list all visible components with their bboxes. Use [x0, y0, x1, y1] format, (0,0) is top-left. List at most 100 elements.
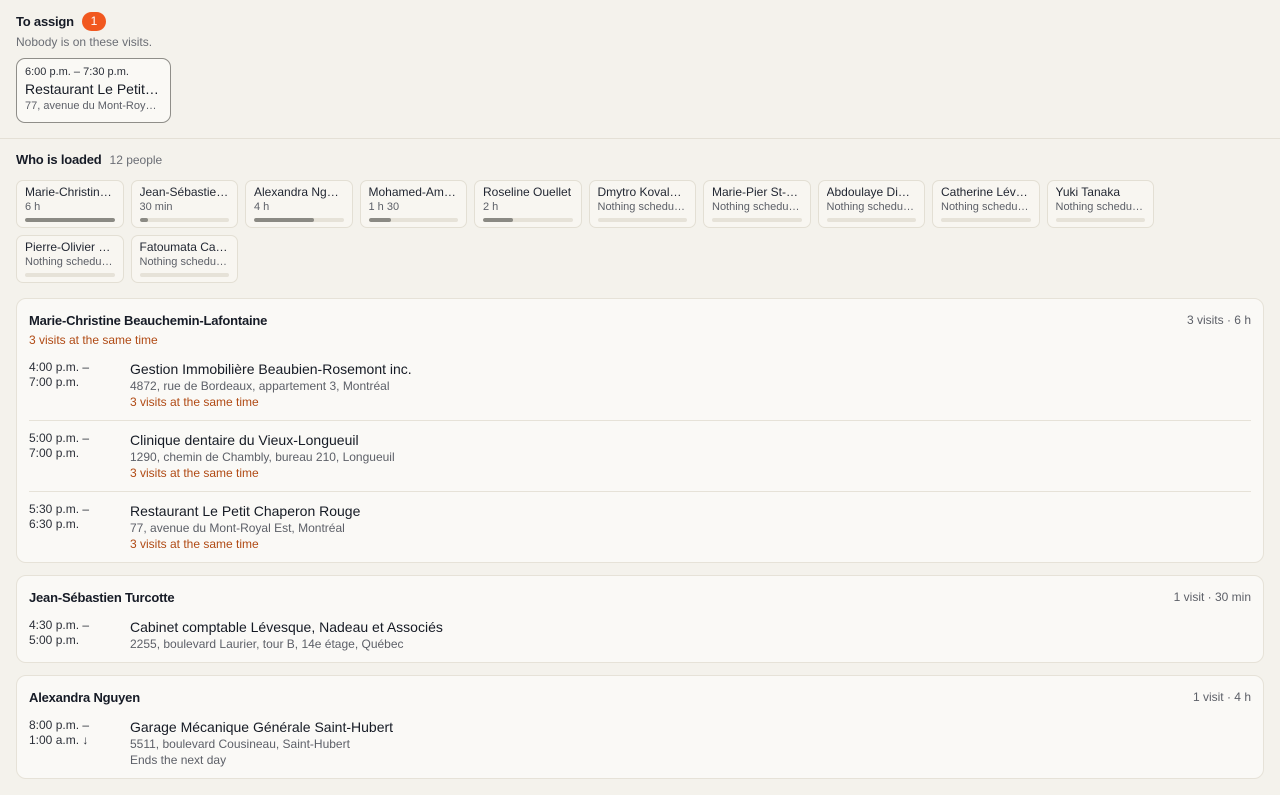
- visit-row[interactable]: 4:00 p.m. –7:00 p.m. Gestion Immobilière …: [29, 350, 1251, 421]
- load-bar: [25, 218, 115, 222]
- load-bar: [139, 218, 229, 222]
- person-load: Nothing scheduled: [712, 201, 802, 213]
- visit-end: 6:30 p.m.: [29, 517, 80, 531]
- load-bar: [826, 218, 916, 222]
- load-bar: [254, 218, 344, 222]
- load-bar: [483, 218, 573, 222]
- panel-summary: 1 visit · 4 h: [1192, 690, 1251, 704]
- visit-end: 5:00 p.m.: [29, 633, 80, 647]
- panel-person-name: Alexandra Nguyen: [29, 689, 140, 705]
- to-assign-subtitle: Nobody is on these visits.: [16, 35, 153, 49]
- to-assign-header: To assign 1: [16, 11, 1264, 31]
- panel-header: Jean-Sébastien Turcotte 1 visit · 30 min: [29, 589, 1251, 605]
- load-bar-fill: [483, 218, 513, 222]
- unassigned-count-badge: 1: [81, 11, 106, 31]
- visit-client-name: Gestion Immobilière Beaubien-Rosemont in…: [130, 361, 412, 377]
- load-bar-fill: [368, 218, 391, 222]
- person-load: Nothing scheduled: [25, 256, 115, 268]
- overlap-warning: 3 visits at the same time: [29, 333, 158, 347]
- person-load: Nothing scheduled: [139, 256, 230, 268]
- visit-address: 2255, boulevard Laurier, tour B, 14e éta…: [130, 637, 404, 651]
- person-load: Nothing scheduled: [826, 201, 917, 213]
- who-is-loaded-section: Who is loaded 12 people Marie-Christine …: [0, 139, 1280, 283]
- person-load-chip[interactable]: Dmytro Kovalenko Nothing scheduled: [588, 180, 696, 228]
- visit-row[interactable]: 5:30 p.m. –6:30 p.m. Restaurant Le Petit …: [29, 492, 1251, 562]
- panel-person-name: Jean-Sébastien Turcotte: [29, 589, 175, 605]
- visit-client-name: Restaurant Le Petit Chaperon Rouge: [25, 81, 162, 97]
- visit-address: 77, avenue du Mont-Royal Est, Montréal: [25, 100, 162, 112]
- visit-details: Garage Mécanique Générale Saint-Hubert 55…: [130, 718, 1251, 768]
- person-load-chip[interactable]: Catherine Lévesque Nothing scheduled: [932, 180, 1040, 228]
- visit-end: 1:00 a.m. ↓: [29, 733, 89, 747]
- load-bar: [368, 218, 458, 222]
- visit-start: 8:00 p.m. –: [29, 718, 90, 732]
- visit-time: 6:00 p.m. – 7:30 p.m.: [25, 66, 129, 78]
- load-bar: [25, 273, 115, 277]
- person-name: Abdoulaye Diallo: [826, 185, 917, 199]
- visit-details: Gestion Immobilière Beaubien-Rosemont in…: [130, 360, 1251, 410]
- person-name: Jean-Sébastien Turcotte: [139, 185, 230, 199]
- who-is-loaded-title: Who is loaded: [16, 152, 102, 167]
- visit-note: Ends the next day: [130, 753, 227, 767]
- unassigned-visit-card[interactable]: 6:00 p.m. – 7:30 p.m. Restaurant Le Peti…: [16, 58, 171, 123]
- person-load-chip[interactable]: Marie-Pier St-Onge Nothing scheduled: [703, 180, 811, 228]
- visit-overlap-warning: 3 visits at the same time: [130, 537, 259, 551]
- visit-time: 4:30 p.m. –5:00 p.m.: [29, 618, 130, 652]
- load-bar-fill: [25, 218, 115, 222]
- person-load: 1 h 30: [368, 201, 400, 213]
- load-bar: [1055, 218, 1145, 222]
- person-load: 4 h: [254, 201, 270, 213]
- load-bar: [941, 218, 1031, 222]
- panel-header: Alexandra Nguyen 1 visit · 4 h: [29, 689, 1251, 705]
- person-schedule-panel: Jean-Sébastien Turcotte 1 visit · 30 min 4…: [16, 575, 1264, 663]
- person-load-chip[interactable]: Fatoumata Camara Nothing scheduled: [130, 235, 238, 283]
- person-load: 2 h: [483, 201, 499, 213]
- person-name: Marie-Pier St-Onge: [712, 185, 802, 199]
- person-load: Nothing scheduled: [1055, 201, 1146, 213]
- person-load: Nothing scheduled: [941, 201, 1031, 213]
- person-load: 6 h: [25, 201, 41, 213]
- person-schedule-panel: Marie-Christine Beauchemin-Lafontaine 3 v…: [16, 298, 1264, 563]
- visit-row[interactable]: 8:00 p.m. –1:00 a.m. ↓ Garage Mécanique G…: [29, 708, 1251, 778]
- visit-address: 4872, rue de Bordeaux, appartement 3, Mo…: [130, 379, 390, 393]
- visit-client-name: Garage Mécanique Générale Saint-Hubert: [130, 719, 394, 735]
- visit-client-name: Restaurant Le Petit Chaperon Rouge: [130, 503, 361, 519]
- visit-overlap-warning: 3 visits at the same time: [130, 395, 259, 409]
- visit-time: 8:00 p.m. –1:00 a.m. ↓: [29, 718, 130, 768]
- panel-summary: 1 visit · 30 min: [1173, 590, 1251, 604]
- visit-time: 5:30 p.m. –6:30 p.m.: [29, 502, 130, 552]
- person-name: Pierre-Olivier Gagnon: [25, 240, 115, 254]
- visit-start: 4:00 p.m. –: [29, 360, 90, 374]
- panel-person-name: Marie-Christine Beauchemin-Lafontaine: [29, 312, 268, 328]
- person-load: 30 min: [139, 201, 173, 213]
- visit-address: 77, avenue du Mont-Royal Est, Montréal: [130, 521, 345, 535]
- visit-client-name: Cabinet comptable Lévesque, Nadeau et As…: [130, 619, 443, 635]
- person-name: Dmytro Kovalenko: [597, 185, 688, 199]
- who-is-loaded-header: Who is loaded 12 people: [16, 152, 1264, 168]
- visit-row[interactable]: 4:30 p.m. –5:00 p.m. Cabinet comptable Lé…: [29, 608, 1251, 662]
- load-bar: [139, 273, 229, 277]
- person-load-chip[interactable]: Yuki Tanaka Nothing scheduled: [1046, 180, 1154, 228]
- visit-row[interactable]: 5:00 p.m. –7:00 p.m. Clinique dentaire du…: [29, 421, 1251, 492]
- person-load-chip[interactable]: Jean-Sébastien Turcotte 30 min: [130, 180, 238, 228]
- visit-address: 5511, boulevard Cousineau, Saint-Hubert: [130, 737, 350, 751]
- visit-end: 7:00 p.m.: [29, 375, 80, 389]
- person-load-chip[interactable]: Roseline Ouellet 2 h: [474, 180, 582, 228]
- person-load-chip[interactable]: Mohamed-Amine Belkacem 1 h 30: [359, 180, 467, 228]
- visit-details: Restaurant Le Petit Chaperon Rouge 77, av…: [130, 502, 1251, 552]
- schedule-panels: Marie-Christine Beauchemin-Lafontaine 3 v…: [16, 298, 1264, 791]
- load-bar: [597, 218, 687, 222]
- person-load-chip[interactable]: Abdoulaye Diallo Nothing scheduled: [817, 180, 925, 228]
- person-load-chip[interactable]: Alexandra Nguyen 4 h: [245, 180, 353, 228]
- panel-summary: 3 visits · 6 h: [1186, 313, 1251, 327]
- person-load-chip[interactable]: Pierre-Olivier Gagnon Nothing scheduled: [16, 235, 124, 283]
- person-load-chip[interactable]: Marie-Christine Beauchemin-Lafontaine 6 h: [16, 180, 124, 228]
- load-bar: [712, 218, 802, 222]
- load-bar-fill: [139, 218, 148, 222]
- visit-client-name: Clinique dentaire du Vieux-Longueuil: [130, 432, 359, 448]
- person-name: Marie-Christine Beauchemin-Lafontaine: [25, 185, 115, 199]
- person-load: Nothing scheduled: [597, 201, 688, 213]
- person-name: Yuki Tanaka: [1055, 185, 1121, 199]
- visit-start: 4:30 p.m. –: [29, 618, 90, 632]
- visit-overlap-warning: 3 visits at the same time: [130, 466, 259, 480]
